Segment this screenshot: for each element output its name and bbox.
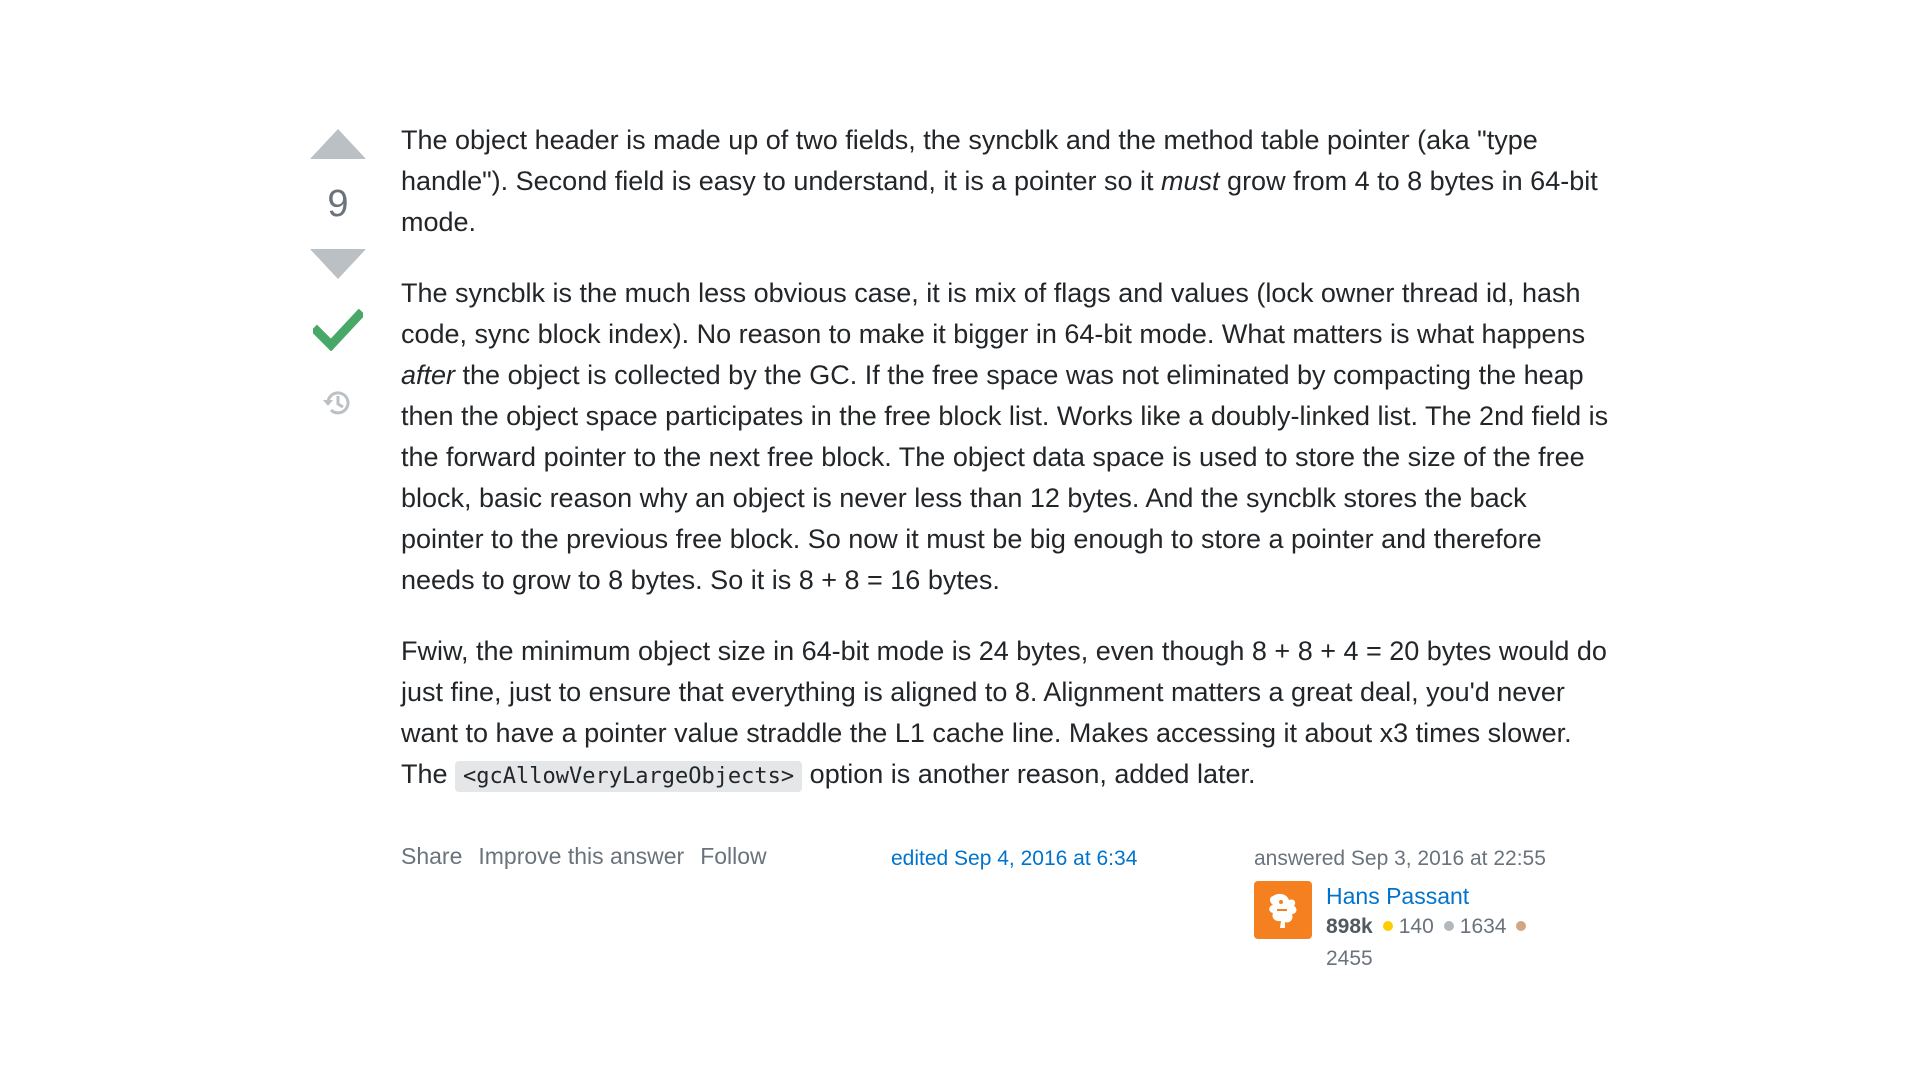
lion-avatar-icon [1269,893,1297,928]
follow-link[interactable]: Follow [700,843,766,870]
gold-badge-count: 140 [1398,915,1434,938]
inline-code: <gcAllowVeryLargeObjects> [455,761,803,792]
reputation-score: 898k [1326,915,1373,938]
answered-time: answered Sep 3, 2016 at 22:55 [1254,847,1546,870]
emphasis-must: must [1161,166,1220,196]
bronze-badge-icon [1516,921,1527,932]
silver-badge-count: 1634 [1459,915,1507,938]
vote-cell: 9 [300,120,376,428]
post-footer: Share Improve this answer Follow edited … [401,843,1611,993]
checkmark-icon [313,309,363,351]
paragraph-3: Fwiw, the minimum object size in 64-bit … [401,631,1611,797]
accepted-answer-indicator [308,300,368,360]
reputation-line: 898k 140 1634 2455 [1326,911,1556,975]
upvote-button[interactable] [300,120,376,168]
silver-badge-icon [1443,921,1454,932]
emphasis-after: after [401,360,456,390]
user-name-link[interactable]: Hans Passant [1326,883,1469,909]
post-cell: The object header is made up of two fiel… [401,120,1611,993]
vote-count: 9 [327,183,349,225]
edit-info: edited Sep 4, 2016 at 6:34 [891,847,1137,871]
paragraph-2: The syncblk is the much less obvious cas… [401,278,1609,595]
triangle-down-icon [310,249,366,279]
history-icon [323,391,350,415]
user-info-card: answered Sep 3, 2016 at 22:55 Hans Passa… [1254,847,1584,975]
paragraph-1: The object header is made up of two fiel… [401,125,1598,237]
user-details: Hans Passant 898k 140 1634 2455 [1326,881,1556,975]
post-menu: Share Improve this answer Follow [401,843,767,870]
timeline-button[interactable] [308,378,368,428]
edited-link[interactable]: edited Sep 4, 2016 at 6:34 [891,847,1137,870]
improve-answer-link[interactable]: Improve this answer [478,843,684,870]
user-row: Hans Passant 898k 140 1634 2455 [1254,881,1584,975]
avatar[interactable] [1254,881,1312,939]
downvote-button[interactable] [300,240,376,288]
answer-body: The object header is made up of two fiel… [401,120,1611,797]
gold-badge-icon [1382,921,1393,932]
bronze-badge-count: 2455 [1326,947,1373,970]
triangle-up-icon [310,129,366,159]
share-link[interactable]: Share [401,843,462,870]
